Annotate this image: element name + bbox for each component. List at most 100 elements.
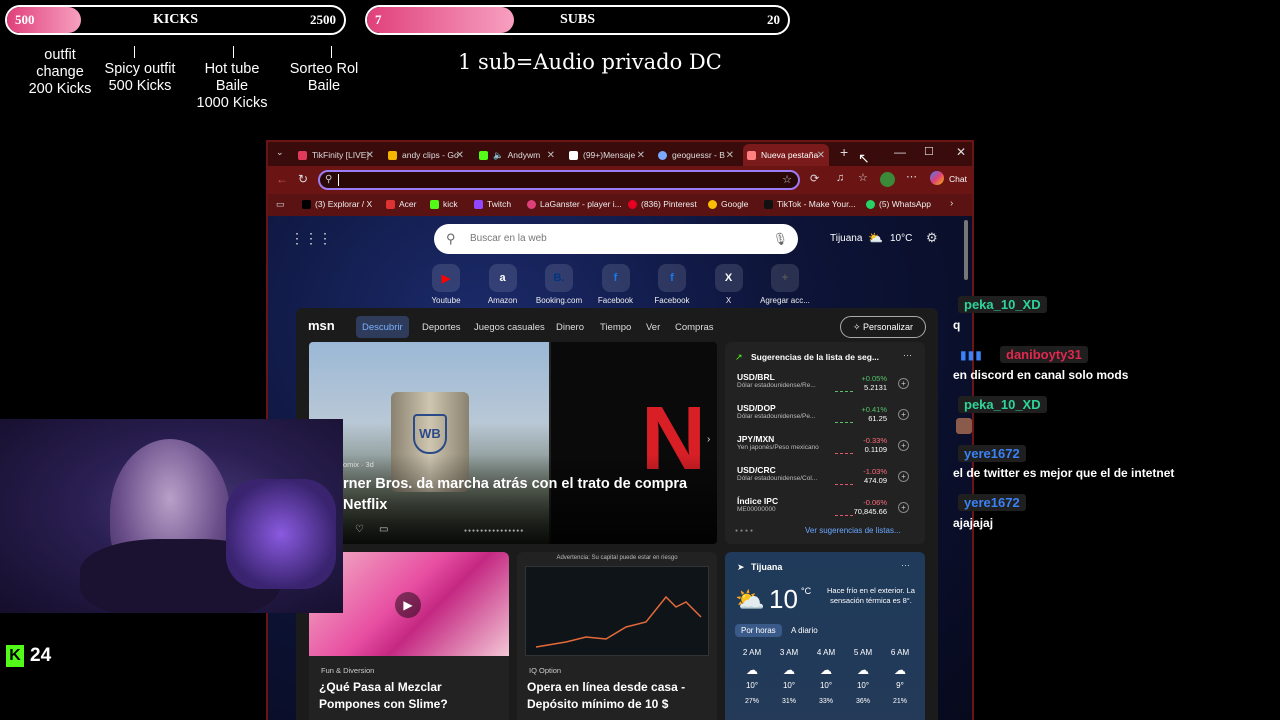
- shortcut-4[interactable]: f Facebook: [644, 264, 700, 305]
- profile-avatar[interactable]: [880, 172, 895, 187]
- browser-window: ⌄ TikFinity [LIVE] ✕ andy clips - Go ✕ 🔈 An…: [266, 140, 974, 720]
- address-bar[interactable]: ⚲ ☆: [318, 170, 800, 190]
- window-close-button[interactable]: ✕: [956, 145, 966, 159]
- msn-nav-3[interactable]: Dinero: [556, 316, 584, 338]
- msn-nav-6[interactable]: Compras: [675, 316, 714, 338]
- shortcut-3[interactable]: f Facebook: [588, 264, 644, 305]
- chevron-right-icon[interactable]: ›: [950, 198, 953, 209]
- more-menu-icon[interactable]: ⋯: [906, 170, 917, 183]
- web-search-box[interactable]: ⚲ Buscar en la web 🎙: [434, 224, 798, 254]
- microphone-icon[interactable]: 🎙: [773, 224, 788, 254]
- add-to-watchlist-icon[interactable]: +: [898, 378, 909, 389]
- weather-city[interactable]: Tijuana: [830, 233, 862, 244]
- finance-row[interactable]: USD/DOP Dólar estadounidense/Pe... +0.41% 6…: [737, 403, 909, 431]
- finance-row[interactable]: USD/BRL Dólar estadounidense/Re... +0.05% 5…: [737, 372, 909, 400]
- add-to-watchlist-icon[interactable]: +: [898, 440, 909, 451]
- hourly-forecast: 3 AM ☁ 10° 31%: [774, 648, 804, 705]
- finance-row[interactable]: Índice IPC ME00000000 -0.06% 70,845.66 +: [737, 496, 909, 524]
- bookmark-item[interactable]: (836) Pinterest: [628, 199, 697, 209]
- chat-username[interactable]: peka_10_XD: [958, 396, 1047, 413]
- add-to-watchlist-icon[interactable]: +: [898, 502, 909, 513]
- bookmark-item[interactable]: Twitch: [474, 199, 511, 209]
- page-dots[interactable]: ●●●●: [735, 528, 755, 534]
- chat-button[interactable]: Chat: [949, 174, 967, 184]
- back-icon[interactable]: ←: [276, 172, 288, 186]
- close-icon[interactable]: ✕: [817, 150, 825, 161]
- scrollbar[interactable]: [964, 220, 968, 280]
- tab-andy-clips[interactable]: andy clips - Go ✕: [384, 144, 468, 166]
- finance-change: -0.06% 70,845.66: [854, 498, 887, 516]
- bookmark-item[interactable]: LaGanster - player i...: [527, 199, 622, 209]
- chat-username[interactable]: daniboyty31: [1000, 346, 1088, 363]
- msn-nav-5[interactable]: Ver: [646, 316, 660, 338]
- extensions-icon[interactable]: ⟳: [810, 172, 819, 185]
- msn-nav-2[interactable]: Juegos casuales: [474, 316, 545, 338]
- bookmark-item[interactable]: (3) Explorar / X: [302, 199, 372, 209]
- close-icon[interactable]: ✕: [456, 150, 464, 161]
- add-to-watchlist-icon[interactable]: +: [898, 471, 909, 482]
- chat-username[interactable]: yere1672: [958, 445, 1026, 462]
- carousel-dots[interactable]: ●●●●●●●●●●●●●●●: [464, 528, 524, 534]
- msn-nav-0[interactable]: Descubrir: [356, 316, 409, 338]
- tab-hourly[interactable]: Por horas: [735, 624, 782, 637]
- shortcut-5[interactable]: XX: [701, 264, 757, 305]
- finance-row[interactable]: USD/CRC Dólar estadounidense/Col... -1.03%…: [737, 465, 909, 493]
- finance-more-link[interactable]: Ver sugerencias de listas...: [805, 526, 901, 535]
- iq-option-ad-card[interactable]: Advertencia: Su capital puede estar en r…: [517, 552, 717, 720]
- bookmark-label: (836) Pinterest: [641, 199, 697, 209]
- play-icon[interactable]: ▶: [395, 592, 421, 618]
- weather-city[interactable]: Tijuana: [751, 562, 782, 572]
- tab-geoguessr[interactable]: geoguessr - B ✕: [654, 144, 738, 166]
- bookmark-item[interactable]: kick: [430, 199, 458, 209]
- hero-title[interactable]: rner Bros. da marcha atrás con el trato …: [343, 474, 713, 516]
- finance-row[interactable]: JPY/MXN Yen japonés/Peso mexicano -0.33% 0.…: [737, 434, 909, 462]
- msn-logo[interactable]: msn: [308, 318, 335, 333]
- maximize-button[interactable]: ☐: [924, 145, 934, 158]
- shortcut-0[interactable]: ▶ Youtube: [418, 264, 474, 305]
- close-icon[interactable]: ✕: [366, 150, 374, 161]
- shortcut-6[interactable]: + Agregar acc...: [757, 264, 813, 305]
- tab-andywm[interactable]: 🔈 Andywm ✕: [475, 144, 559, 166]
- tab-tikfinity[interactable]: TikFinity [LIVE] ✕: [294, 144, 378, 166]
- settings-gear-icon[interactable]: ⚙: [926, 230, 938, 246]
- shortcut-1[interactable]: a Amazon: [475, 264, 531, 305]
- bookmark-item[interactable]: Acer: [386, 199, 416, 209]
- new-tab-button[interactable]: +: [840, 144, 848, 160]
- hero-article[interactable]: WB N omix · 3d rner Bros. da marcha atrá…: [309, 342, 717, 544]
- finance-desc: ME00000000: [737, 506, 776, 513]
- chat-username[interactable]: yere1672: [958, 494, 1026, 511]
- reload-icon[interactable]: ↻: [298, 172, 308, 186]
- tab-nueva-pestana[interactable]: Nueva pestaña ✕: [743, 144, 829, 166]
- media-icon[interactable]: ♫: [836, 172, 844, 184]
- tab-list-icon[interactable]: ⌄: [276, 147, 284, 158]
- carousel-next-icon[interactable]: ›: [707, 434, 710, 445]
- favorites-icon[interactable]: ☆: [858, 171, 868, 184]
- sidebar-icon[interactable]: ▭: [276, 199, 285, 210]
- close-icon[interactable]: ✕: [547, 150, 555, 161]
- more-icon[interactable]: ⋯: [903, 350, 912, 361]
- dislike-icon[interactable]: ♡: [355, 524, 364, 535]
- article-title[interactable]: ¿Qué Pasa al Mezclar Pompones con Slime?: [319, 679, 503, 713]
- shortcut-2[interactable]: B. Booking.com: [531, 264, 587, 305]
- close-icon[interactable]: ✕: [637, 150, 645, 161]
- copilot-icon[interactable]: [930, 171, 944, 185]
- article-title[interactable]: Opera en línea desde casa - Depósito mín…: [527, 679, 713, 713]
- close-icon[interactable]: ✕: [726, 150, 734, 161]
- chat-username[interactable]: peka_10_XD: [958, 296, 1047, 313]
- msn-nav-4[interactable]: Tiempo: [600, 316, 631, 338]
- apps-grid-icon[interactable]: ⋮⋮⋮: [290, 230, 332, 247]
- favorite-star-icon[interactable]: ☆: [782, 173, 792, 186]
- bookmark-item[interactable]: TikTok - Make Your...: [764, 199, 856, 209]
- comment-icon[interactable]: ▭: [379, 524, 388, 535]
- more-icon[interactable]: ⋯: [901, 560, 910, 571]
- add-to-watchlist-icon[interactable]: +: [898, 409, 909, 420]
- minimize-button[interactable]: —: [894, 145, 906, 159]
- msn-nav-1[interactable]: Deportes: [422, 316, 461, 338]
- personalize-button[interactable]: ✧ Personalizar: [840, 316, 926, 338]
- tab-mensajes[interactable]: (99+)Mensaje ✕: [565, 144, 649, 166]
- weather-card[interactable]: ➤ Tijuana ⋯ ⛅ 10 °C Hace frío en el exte…: [725, 552, 925, 720]
- finance-desc: Yen japonés/Peso mexicano: [737, 444, 819, 451]
- bookmark-item[interactable]: Google: [708, 199, 748, 209]
- bookmark-item[interactable]: (5) WhatsApp: [866, 199, 931, 209]
- tab-daily[interactable]: A diario: [791, 626, 818, 635]
